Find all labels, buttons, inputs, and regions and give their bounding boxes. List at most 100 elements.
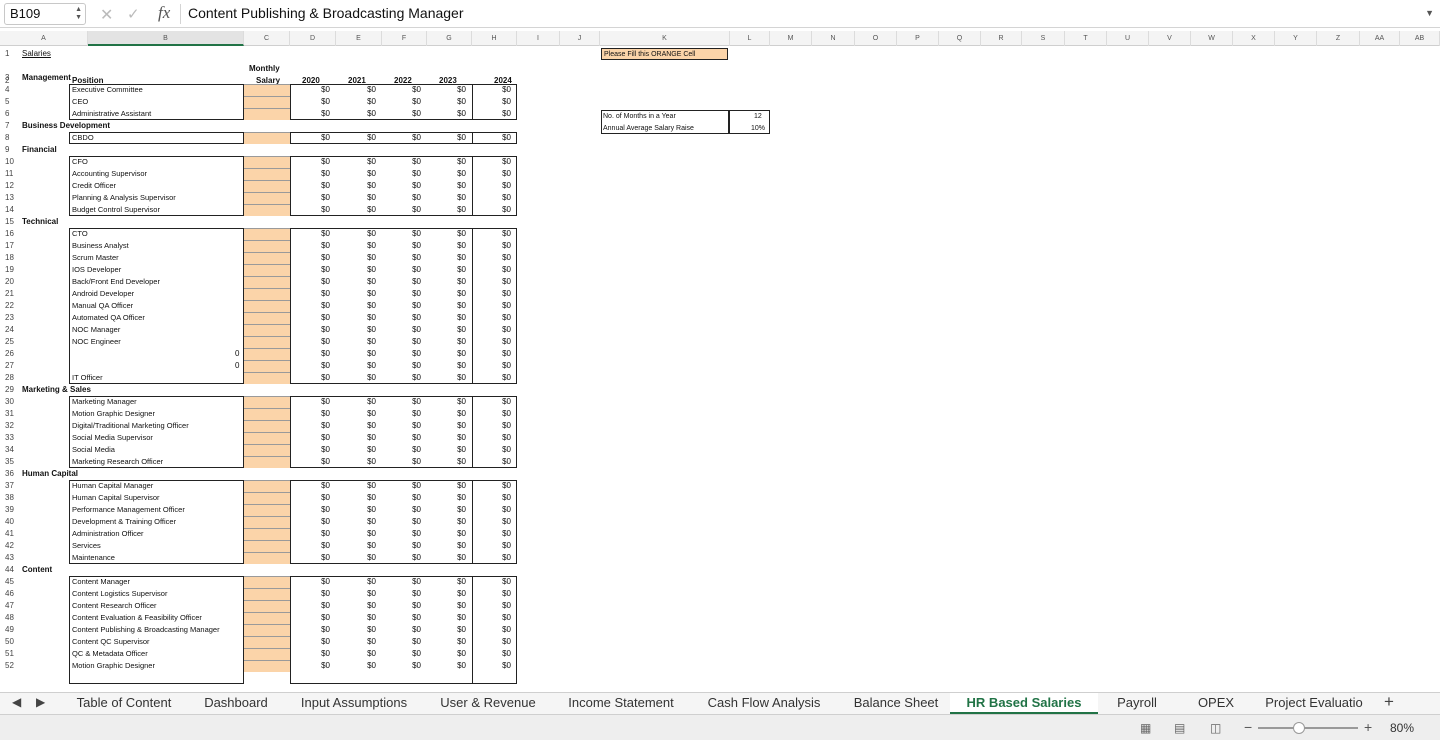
monthly-salary-input[interactable] [244, 312, 290, 324]
monthly-salary-input[interactable] [244, 552, 290, 564]
monthly-salary-input[interactable] [244, 252, 290, 264]
column-header[interactable]: B [88, 31, 244, 46]
zoom-thumb[interactable] [1293, 722, 1305, 734]
column-header[interactable]: A [0, 31, 88, 46]
confirm-icon[interactable]: ✓ [127, 5, 140, 23]
position-name[interactable]: Performance Management Officer [72, 504, 185, 516]
position-name[interactable]: Back/Front End Developer [72, 276, 160, 288]
monthly-salary-input[interactable] [244, 540, 290, 552]
next-sheet-icon[interactable]: ▶ [36, 695, 45, 709]
column-header[interactable]: W [1191, 31, 1233, 46]
monthly-salary-input[interactable] [244, 636, 290, 648]
sheet-tab[interactable]: User & Revenue [420, 693, 556, 714]
column-header[interactable]: Y [1275, 31, 1317, 46]
column-header[interactable]: AA [1360, 31, 1400, 46]
monthly-salary-input[interactable] [244, 336, 290, 348]
monthly-salary-input[interactable] [244, 408, 290, 420]
position-name[interactable]: Executive Committee [72, 84, 143, 96]
monthly-salary-input[interactable] [244, 156, 290, 168]
monthly-salary-input[interactable] [244, 108, 290, 120]
monthly-salary-input[interactable] [244, 588, 290, 600]
column-header[interactable]: I [517, 31, 560, 46]
column-header[interactable]: D [290, 31, 336, 46]
monthly-salary-input[interactable] [244, 360, 290, 372]
position-name[interactable]: Budget Control Supervisor [72, 204, 160, 216]
column-header[interactable]: Z [1317, 31, 1360, 46]
position-name[interactable]: Motion Graphic Designer [72, 660, 155, 672]
column-header[interactable]: E [336, 31, 382, 46]
name-box-spinner-icon[interactable]: ▲ ▼ [75, 6, 82, 22]
normal-view-icon[interactable]: ▦ [1140, 721, 1151, 735]
worksheet-grid[interactable]: 1 Salaries Please Fill this ORANGE Cell … [0, 46, 1440, 692]
sheet-tab[interactable]: Cash Flow Analysis [686, 693, 842, 714]
sheet-tab[interactable]: Income Statement [556, 693, 686, 714]
sheet-tab[interactable]: Payroll [1098, 693, 1176, 714]
position-name[interactable]: Content Research Officer [72, 600, 157, 612]
column-header[interactable]: S [1022, 31, 1065, 46]
monthly-salary-input[interactable] [244, 276, 290, 288]
sheet-tab[interactable]: Balance Sheet [842, 693, 950, 714]
param-value[interactable]: 12 [754, 111, 762, 123]
column-header[interactable]: T [1065, 31, 1107, 46]
position-name[interactable]: Human Capital Manager [72, 480, 153, 492]
column-header[interactable]: M [770, 31, 812, 46]
position-name[interactable]: Android Developer [72, 288, 134, 300]
sheet-tab[interactable]: OPEX [1176, 693, 1256, 714]
cancel-icon[interactable]: ✕ [100, 5, 113, 25]
add-sheet-icon[interactable]: + [1384, 692, 1394, 712]
prev-sheet-icon[interactable]: ◀ [12, 695, 21, 709]
column-header[interactable]: R [981, 31, 1022, 46]
monthly-salary-input[interactable] [244, 240, 290, 252]
position-name[interactable]: Social Media [72, 444, 115, 456]
column-header[interactable]: AB [1400, 31, 1440, 46]
position-name[interactable]: Content Publishing & Broadcasting Manage… [72, 624, 220, 636]
sheet-tab[interactable]: Project Evaluatio [1256, 693, 1372, 714]
column-header[interactable]: G [427, 31, 472, 46]
position-name[interactable]: Human Capital Supervisor [72, 492, 160, 504]
monthly-salary-input[interactable] [244, 228, 290, 240]
position-name[interactable]: Administration Officer [72, 528, 144, 540]
position-name[interactable]: QC & Metadata Officer [72, 648, 148, 660]
position-name[interactable]: Services [72, 540, 101, 552]
column-header[interactable]: N [812, 31, 855, 46]
zoom-slider[interactable] [1258, 727, 1358, 729]
monthly-salary-input[interactable] [244, 528, 290, 540]
monthly-salary-input[interactable] [244, 624, 290, 636]
expand-formula-icon[interactable]: ▼ [1425, 8, 1434, 18]
column-header[interactable]: O [855, 31, 897, 46]
monthly-salary-input[interactable] [244, 372, 290, 384]
position-name[interactable]: NOC Engineer [72, 336, 121, 348]
monthly-salary-input[interactable] [244, 300, 290, 312]
sheet-tab[interactable]: HR Based Salaries [950, 693, 1098, 714]
name-box[interactable]: B109 ▲ ▼ [4, 3, 86, 25]
monthly-salary-input[interactable] [244, 192, 290, 204]
position-name[interactable]: Content Logistics Supervisor [72, 588, 167, 600]
column-header[interactable]: U [1107, 31, 1149, 46]
monthly-salary-input[interactable] [244, 456, 290, 468]
column-header[interactable]: J [560, 31, 600, 46]
monthly-salary-input[interactable] [244, 612, 290, 624]
column-header[interactable]: C [244, 31, 290, 46]
monthly-salary-input[interactable] [244, 432, 290, 444]
position-name[interactable]: Maintenance [72, 552, 115, 564]
position-name[interactable]: Content Manager [72, 576, 130, 588]
function-icon[interactable]: fx [158, 3, 170, 23]
column-header[interactable]: P [897, 31, 939, 46]
monthly-salary-input[interactable] [244, 480, 290, 492]
position-name[interactable]: Motion Graphic Designer [72, 408, 155, 420]
position-name[interactable]: Accounting Supervisor [72, 168, 147, 180]
position-name[interactable]: Marketing Research Officer [72, 456, 163, 468]
position-name[interactable]: Credit Officer [72, 180, 116, 192]
monthly-salary-input[interactable] [244, 444, 290, 456]
position-name[interactable]: CFO [72, 156, 88, 168]
monthly-salary-input[interactable] [244, 348, 290, 360]
monthly-salary-input[interactable] [244, 648, 290, 660]
column-header[interactable]: V [1149, 31, 1191, 46]
zoom-out-icon[interactable]: − [1244, 719, 1252, 735]
page-break-icon[interactable]: ◫ [1210, 721, 1221, 735]
position-name[interactable]: IOS Developer [72, 264, 121, 276]
monthly-salary-input[interactable] [244, 600, 290, 612]
formula-input[interactable]: Content Publishing & Broadcasting Manage… [188, 5, 464, 21]
position-name[interactable]: CTO [72, 228, 88, 240]
monthly-salary-input[interactable] [244, 204, 290, 216]
